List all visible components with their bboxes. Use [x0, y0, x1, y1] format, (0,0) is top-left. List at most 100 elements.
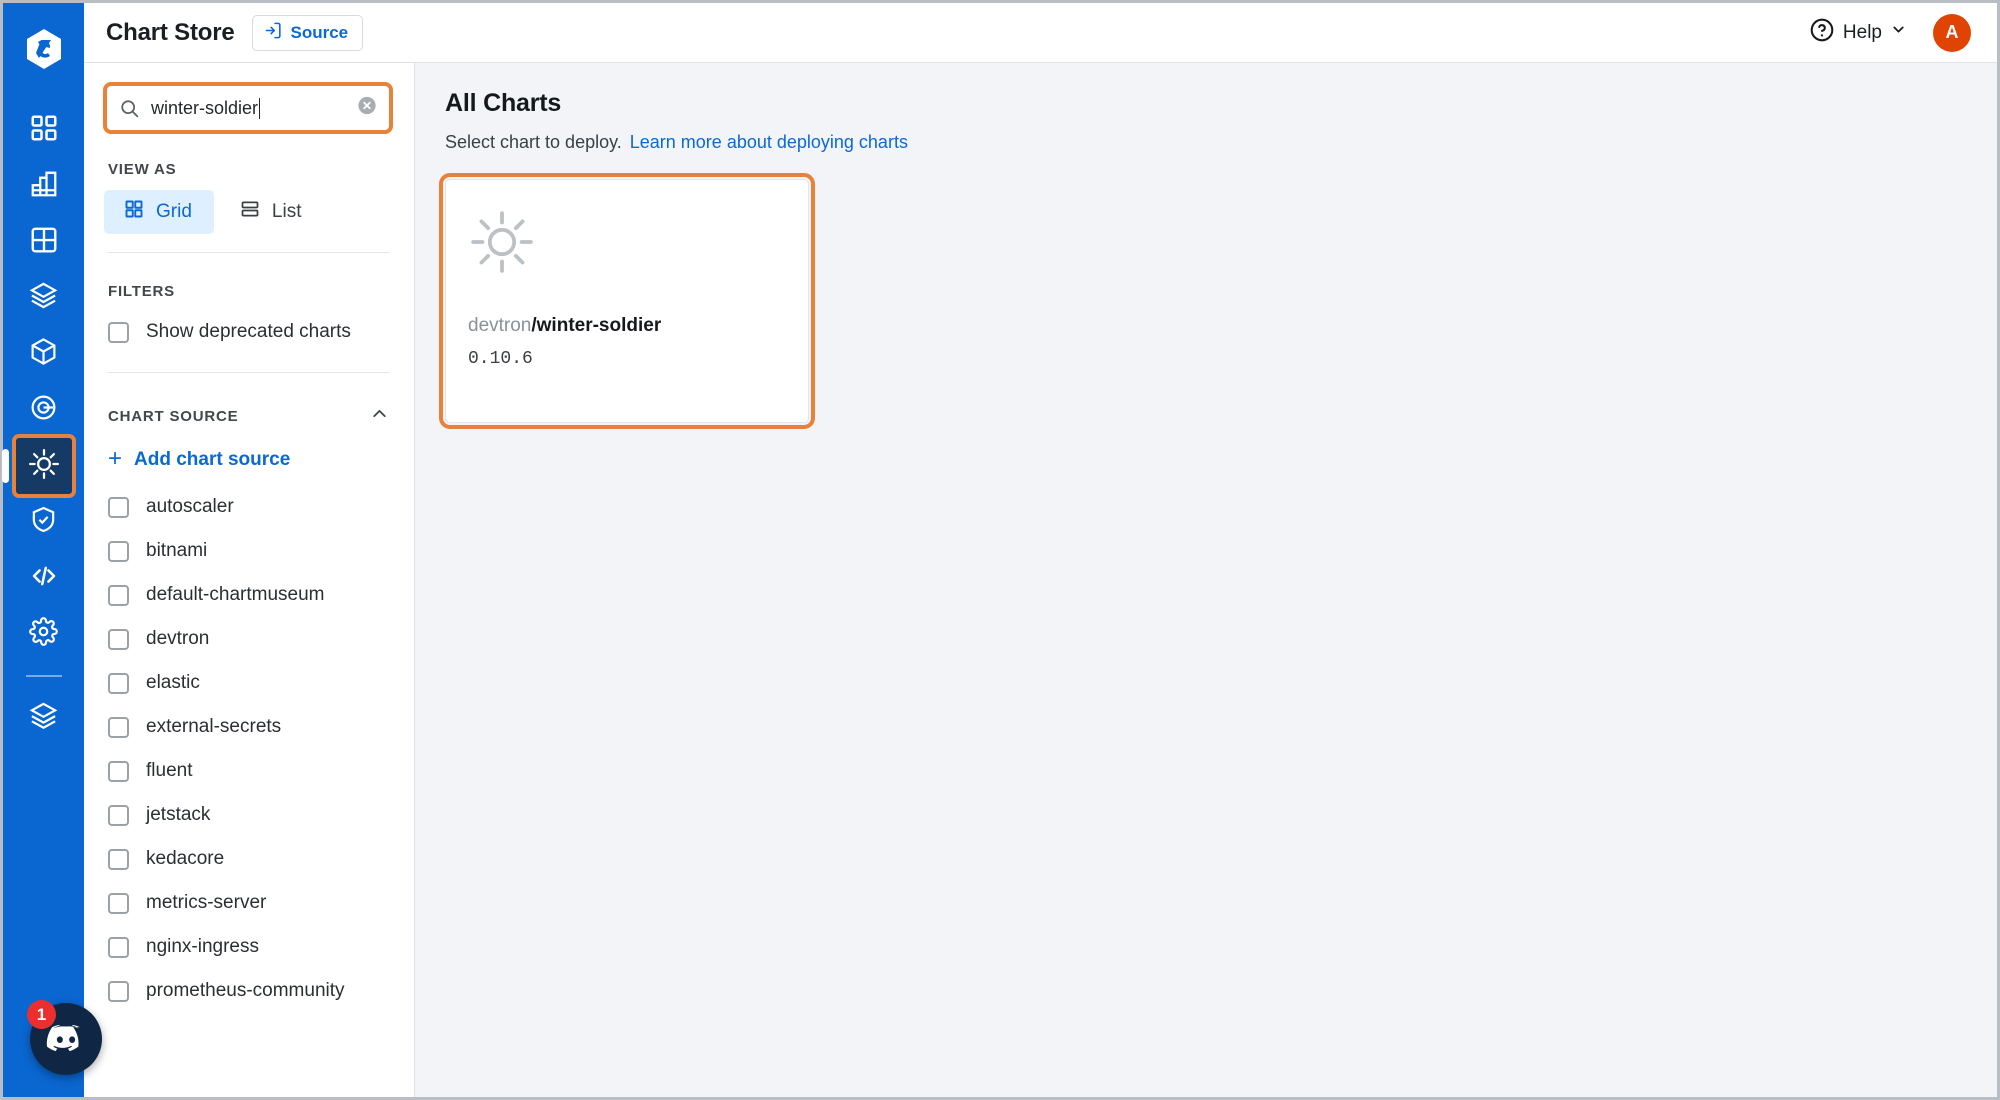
- chart-source-item-label: jetstack: [146, 804, 211, 825]
- search-input[interactable]: winter-soldier: [103, 82, 393, 134]
- checkbox[interactable]: [108, 936, 129, 958]
- checkbox[interactable]: [108, 716, 129, 738]
- help-label: Help: [1842, 21, 1882, 43]
- chart-source-header[interactable]: CHART SOURCE: [84, 403, 414, 429]
- chart-card-grid: devtron/winter-soldier 0.10.6: [439, 173, 1967, 429]
- sidebar-item-clusters[interactable]: [16, 326, 72, 382]
- view-as-toggle: Grid List: [84, 190, 414, 234]
- sidebar-item-jobs[interactable]: [16, 158, 72, 214]
- grid-square-icon: [29, 225, 59, 260]
- checkbox[interactable]: [108, 540, 129, 562]
- shield-check-icon: [29, 505, 58, 539]
- source-button[interactable]: Source: [251, 14, 364, 51]
- nav-divider: [25, 675, 62, 677]
- jobs-chart-icon: [29, 169, 59, 204]
- discord-chat-button[interactable]: 1: [27, 1000, 102, 1075]
- chart-version: 0.10.6: [468, 349, 533, 369]
- code-brackets-icon: [29, 561, 59, 596]
- checkbox[interactable]: [108, 628, 129, 650]
- checkbox[interactable]: [108, 321, 129, 343]
- login-arrow-icon: [264, 21, 283, 45]
- all-charts-title: All Charts: [445, 89, 562, 117]
- search-value: winter-soldier: [151, 97, 259, 118]
- sidebar-item-global-configurations[interactable]: [16, 606, 72, 662]
- filters-label: FILTERS: [108, 283, 175, 300]
- sidebar-divider-2: [108, 372, 390, 373]
- learn-more-link[interactable]: Learn more about deploying charts: [630, 132, 908, 152]
- left-nav-rail: 1: [3, 3, 102, 1097]
- chart-source-item-label: default-chartmuseum: [146, 584, 325, 605]
- list-item[interactable]: autoscaler: [84, 485, 414, 529]
- view-option-list-label: List: [271, 201, 302, 222]
- top-header: Chart Store Source Help A: [84, 3, 1997, 63]
- grid-view-icon: [124, 199, 144, 225]
- sidebar-item-bulk-edit[interactable]: [16, 550, 72, 606]
- view-option-list[interactable]: List: [220, 190, 324, 234]
- chart-source-item-label: fluent: [146, 760, 193, 781]
- checkbox[interactable]: [108, 980, 129, 1002]
- text-caret: [259, 97, 261, 119]
- apps-grid-icon: [29, 113, 59, 148]
- avatar[interactable]: A: [1933, 13, 1971, 52]
- list-item[interactable]: prometheus-community: [84, 969, 414, 1013]
- chart-store-window: 1 Chart Store Source Help A winter-soldi…: [0, 0, 2000, 1100]
- list-item[interactable]: elastic: [84, 661, 414, 705]
- list-item[interactable]: default-chartmuseum: [84, 573, 414, 617]
- checkbox[interactable]: [108, 848, 129, 870]
- chart-source-item-label: elastic: [146, 672, 200, 693]
- list-item[interactable]: nginx-ingress: [84, 925, 414, 969]
- checkbox[interactable]: [108, 584, 129, 606]
- chevron-up-icon[interactable]: [369, 403, 390, 429]
- chart-repo: devtron: [468, 315, 532, 336]
- subtitle-text: Select chart to deploy.: [445, 132, 622, 152]
- layers-stack-icon: [28, 700, 59, 736]
- search-wrapper: winter-soldier: [84, 63, 414, 134]
- filter-show-deprecated-charts[interactable]: Show deprecated charts: [84, 310, 414, 354]
- list-item[interactable]: metrics-server: [84, 881, 414, 925]
- search-value-wrapper: winter-soldier: [151, 97, 261, 119]
- sidebar-item-chart-store[interactable]: [11, 434, 76, 498]
- chart-source-item-label: autoscaler: [146, 496, 234, 517]
- list-item[interactable]: devtron: [84, 617, 414, 661]
- list-item[interactable]: kedacore: [84, 837, 414, 881]
- sidebar-item-security[interactable]: [16, 494, 72, 550]
- chart-title: winter-soldier: [536, 315, 662, 336]
- clear-circle-icon[interactable]: [356, 95, 378, 122]
- list-view-icon: [240, 199, 260, 225]
- stack-layers-icon: [28, 280, 59, 316]
- helm-wheel-icon: [28, 448, 60, 485]
- list-item[interactable]: external-secrets: [84, 705, 414, 749]
- checkbox[interactable]: [108, 496, 129, 518]
- list-item[interactable]: fluent: [84, 749, 414, 793]
- filters-sidebar: winter-soldier VIEW AS Grid List FILTERS…: [84, 63, 415, 1097]
- sidebar-item-application-groups[interactable]: [16, 214, 72, 270]
- checkbox[interactable]: [108, 804, 129, 826]
- help-button[interactable]: Help: [1809, 17, 1907, 49]
- sidebar-item-stack-manager[interactable]: [16, 690, 72, 746]
- main-region: Chart Store Source Help A winter-soldier…: [84, 3, 1997, 1097]
- search-icon: [119, 98, 140, 119]
- sidebar-divider-1: [108, 252, 390, 253]
- add-chart-source-button[interactable]: + Add chart source: [84, 437, 414, 483]
- view-option-grid[interactable]: Grid: [104, 190, 214, 234]
- page-title: Chart Store: [106, 18, 235, 46]
- chart-source-item-label: kedacore: [146, 848, 225, 869]
- charts-content: All Charts Select chart to deploy. Learn …: [415, 63, 1997, 1097]
- chart-source-item-label: nginx-ingress: [146, 936, 259, 957]
- chart-card[interactable]: devtron/winter-soldier 0.10.6: [439, 173, 815, 429]
- plus-icon: +: [108, 445, 123, 472]
- devtron-logo-icon[interactable]: [21, 26, 67, 72]
- sidebar-item-software-distribution[interactable]: [16, 382, 72, 438]
- sidebar-item-resource-browser[interactable]: [16, 270, 72, 326]
- view-as-label: VIEW AS: [108, 161, 177, 178]
- source-button-label: Source: [290, 22, 349, 42]
- checkbox[interactable]: [108, 672, 129, 694]
- checkbox[interactable]: [108, 892, 129, 914]
- list-item[interactable]: bitnami: [84, 529, 414, 573]
- body-split: winter-soldier VIEW AS Grid List FILTERS…: [84, 63, 1997, 1097]
- sidebar-item-applications[interactable]: [16, 102, 72, 158]
- checkbox[interactable]: [108, 760, 129, 782]
- add-chart-source-label: Add chart source: [134, 449, 291, 470]
- view-option-grid-label: Grid: [156, 201, 192, 222]
- list-item[interactable]: jetstack: [84, 793, 414, 837]
